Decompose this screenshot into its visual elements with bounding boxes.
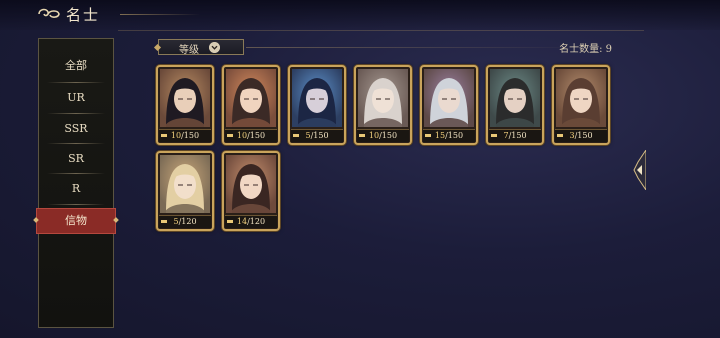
hero-portrait	[358, 69, 408, 127]
level-text: 10/150	[159, 130, 211, 142]
hero-portrait	[292, 69, 342, 127]
level-bar: 7/150	[489, 129, 541, 142]
sidebar-item-ssr[interactable]: SSR	[39, 116, 113, 142]
hero-card[interactable]: 5/120	[156, 151, 214, 231]
sort-label: 等级	[179, 45, 199, 56]
level-bar: 14/120	[225, 215, 277, 228]
hero-card[interactable]: 15/150	[420, 65, 478, 145]
sidebar-divider	[47, 143, 105, 144]
rarity-sidebar: 全部 UR SSR SR R 信物	[36, 38, 116, 328]
level-bar: 10/150	[225, 129, 277, 142]
hero-portrait	[160, 155, 210, 213]
hero-card[interactable]: 10/150	[156, 65, 214, 145]
level-max: /150	[508, 131, 527, 140]
hero-card[interactable]: 14/120	[222, 151, 280, 231]
chevron-down-icon	[209, 42, 220, 53]
level-max: /150	[379, 131, 398, 140]
level-bar: 5/150	[291, 129, 343, 142]
sidebar-item-label: UR	[67, 91, 85, 104]
arrow-left-icon[interactable]	[632, 150, 646, 190]
sidebar-divider	[47, 82, 105, 83]
sidebar-item-all[interactable]: 全部	[39, 53, 113, 79]
main-panel: 等级 名士数量: 9 10/150 10/150 5/150 10/150 15…	[118, 30, 644, 331]
sort-dropdown-button[interactable]: 等级	[158, 39, 244, 56]
level-text: 5/150	[291, 130, 343, 142]
hero-portrait	[226, 69, 276, 127]
level-max: /120	[178, 217, 197, 226]
hero-card[interactable]: 3/150	[552, 65, 610, 145]
sidebar-item-ur[interactable]: UR	[39, 85, 113, 111]
hero-card[interactable]: 5/150	[288, 65, 346, 145]
sidebar-divider	[47, 204, 105, 205]
sidebar-divider	[47, 113, 105, 114]
sidebar-item-label: R	[71, 182, 81, 195]
sidebar-item-label: SR	[68, 152, 84, 165]
level-text: 10/150	[357, 130, 409, 142]
toolbar-divider	[246, 47, 586, 48]
page-title: 名士	[66, 6, 101, 24]
back-swirl-icon[interactable]	[36, 6, 62, 22]
title-divider	[120, 14, 200, 15]
hero-count: 名士数量: 9	[559, 44, 612, 55]
sidebar-item-sr[interactable]: SR	[39, 146, 113, 172]
level-current: 14	[236, 217, 248, 226]
level-max: /150	[574, 131, 593, 140]
level-bar: 3/150	[555, 129, 607, 142]
sidebar-item-label: 信物	[65, 214, 87, 227]
hero-card[interactable]: 10/150	[222, 65, 280, 145]
top-bar: 名士	[0, 0, 720, 30]
level-bar: 10/150	[357, 129, 409, 142]
level-bar: 10/150	[159, 129, 211, 142]
level-text: 15/150	[423, 130, 475, 142]
sidebar-item-r[interactable]: R	[39, 176, 113, 202]
hero-card[interactable]: 7/150	[486, 65, 544, 145]
level-max: /150	[181, 131, 200, 140]
level-max: /150	[247, 131, 266, 140]
level-text: 10/150	[225, 130, 277, 142]
level-current: 10	[368, 131, 380, 140]
sidebar-item-label: 全部	[65, 59, 87, 72]
hero-card[interactable]: 10/150	[354, 65, 412, 145]
sidebar-item-label: SSR	[64, 122, 88, 135]
sidebar-item-token[interactable]: 信物	[36, 208, 116, 234]
level-max: /150	[310, 131, 329, 140]
level-max: /120	[247, 217, 266, 226]
level-current: 15	[434, 131, 446, 140]
sidebar-divider	[47, 173, 105, 174]
hero-portrait	[424, 69, 474, 127]
level-bar: 5/120	[159, 215, 211, 228]
level-max: /150	[445, 131, 464, 140]
hero-portrait	[556, 69, 606, 127]
level-text: 3/150	[555, 130, 607, 142]
level-current: 10	[236, 131, 248, 140]
level-current: 10	[170, 131, 182, 140]
level-text: 7/150	[489, 130, 541, 142]
hero-portrait	[160, 69, 210, 127]
level-text: 14/120	[225, 216, 277, 228]
hero-portrait	[226, 155, 276, 213]
level-text: 5/120	[159, 216, 211, 228]
hero-portrait	[490, 69, 540, 127]
level-bar: 15/150	[423, 129, 475, 142]
